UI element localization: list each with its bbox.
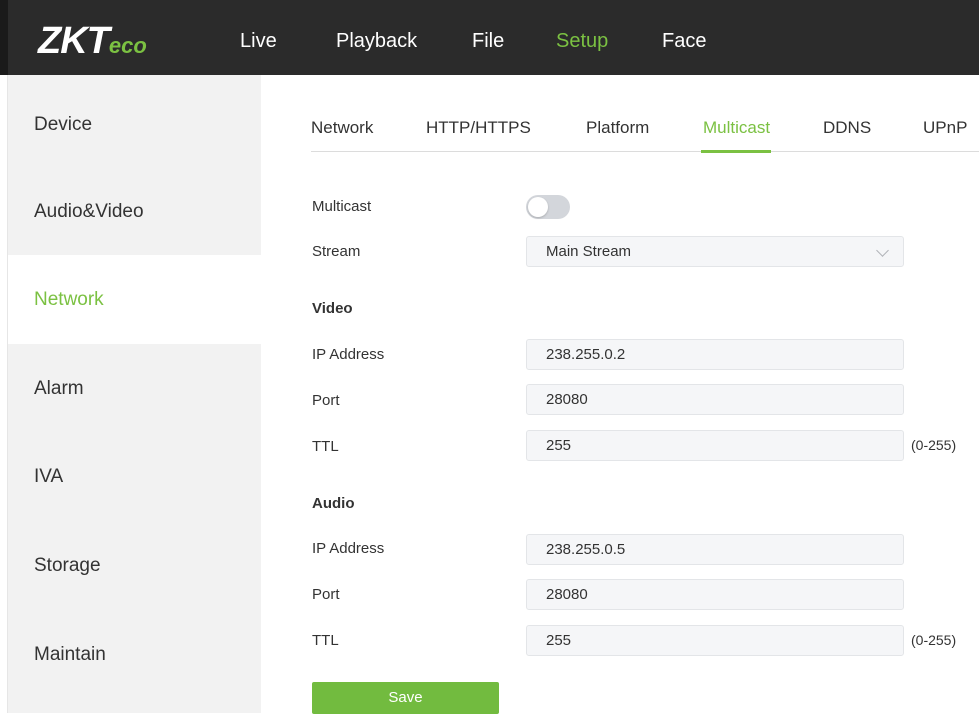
video-ttl-input[interactable]: 255	[526, 430, 904, 461]
sidebar-item-network[interactable]: Network	[8, 255, 261, 344]
tab-network[interactable]: Network	[311, 118, 373, 138]
tab-http-https[interactable]: HTTP/HTTPS	[426, 118, 531, 138]
active-tab-indicator	[701, 150, 771, 153]
video-section-title: Video	[312, 300, 353, 317]
stream-select[interactable]: Main Stream	[526, 236, 904, 267]
audio-port-input[interactable]: 28080	[526, 579, 904, 610]
top-navigation-bar: ZKTeco Live Playback File Setup Face	[0, 0, 979, 75]
audio-ip-label: IP Address	[312, 540, 385, 557]
tab-multicast[interactable]: Multicast	[703, 118, 770, 138]
save-button[interactable]: Save	[312, 682, 499, 714]
network-tabs: Network HTTP/HTTPS Platform Multicast DD…	[311, 118, 979, 152]
sidebar-item-device[interactable]: Device	[8, 80, 261, 169]
tab-ddns[interactable]: DDNS	[823, 118, 871, 138]
toggle-knob	[528, 197, 548, 217]
tab-platform[interactable]: Platform	[586, 118, 649, 138]
sidebar-item-storage[interactable]: Storage	[8, 521, 261, 610]
tabs-divider	[311, 151, 979, 152]
video-port-input[interactable]: 28080	[526, 384, 904, 415]
audio-ttl-label: TTL	[312, 632, 339, 649]
tab-upnp[interactable]: UPnP	[923, 118, 967, 138]
video-ttl-range: (0-255)	[911, 437, 957, 453]
stream-label: Stream	[312, 243, 361, 260]
sidebar-item-audio-video[interactable]: Audio&Video	[8, 167, 261, 256]
audio-ip-input[interactable]: 238.255.0.5	[526, 534, 904, 565]
video-port-label: Port	[312, 392, 340, 409]
stream-select-value: Main Stream	[546, 243, 632, 260]
video-ip-label: IP Address	[312, 346, 385, 363]
chevron-down-icon	[876, 244, 889, 257]
sidebar-item-maintain[interactable]: Maintain	[8, 610, 261, 699]
setup-sidebar: Device Audio&Video Network Alarm IVA Sto…	[8, 75, 261, 713]
nav-live[interactable]: Live	[240, 30, 277, 53]
nav-face[interactable]: Face	[662, 30, 706, 53]
audio-port-label: Port	[312, 586, 340, 603]
multicast-label: Multicast	[312, 198, 372, 215]
nav-playback[interactable]: Playback	[336, 30, 417, 53]
audio-section-title: Audio	[312, 495, 355, 512]
nav-file[interactable]: File	[472, 30, 504, 53]
zkteco-logo: ZKTeco	[38, 20, 147, 62]
multicast-toggle[interactable]	[526, 195, 570, 219]
sidebar-item-alarm[interactable]: Alarm	[8, 344, 261, 433]
page-left-edge	[0, 75, 8, 713]
sidebar-item-iva[interactable]: IVA	[8, 432, 261, 521]
audio-ttl-input[interactable]: 255	[526, 625, 904, 656]
audio-ttl-range: (0-255)	[911, 632, 957, 648]
nav-setup[interactable]: Setup	[556, 30, 608, 53]
video-ip-input[interactable]: 238.255.0.2	[526, 339, 904, 370]
video-ttl-label: TTL	[312, 438, 339, 455]
